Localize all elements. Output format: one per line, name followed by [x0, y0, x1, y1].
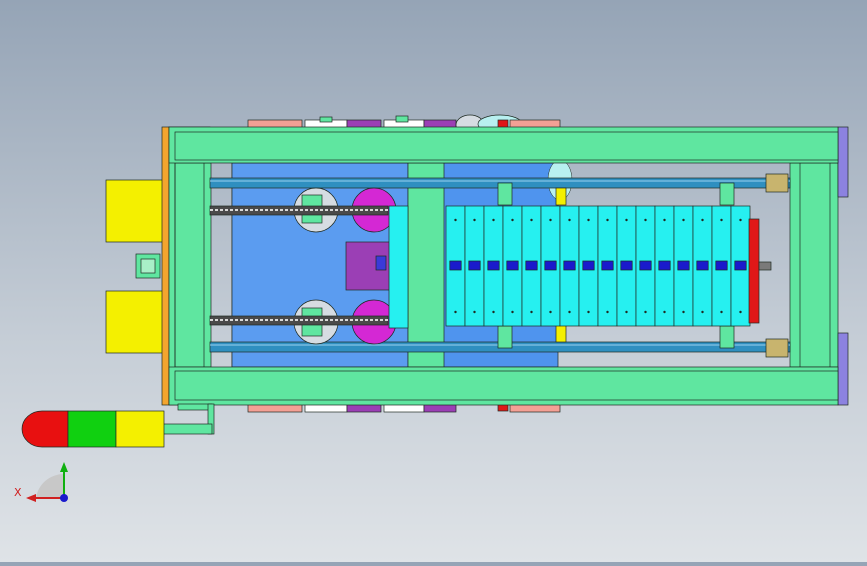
block-slot [620, 260, 633, 271]
block-slot [601, 260, 614, 271]
block-slot [506, 260, 519, 271]
block-hole [682, 310, 685, 314]
left-orange-strip [161, 126, 170, 406]
block-hole [511, 310, 514, 314]
block-hole [530, 218, 533, 222]
block-hole [492, 310, 495, 314]
block-hole [682, 218, 685, 222]
signal-tower-icon[interactable] [21, 403, 215, 448]
block-hole [549, 310, 552, 314]
block-slot [525, 260, 538, 271]
block-slot [449, 260, 462, 271]
block-hole [568, 218, 571, 222]
right-frame-column[interactable] [789, 126, 849, 406]
block-hole [720, 218, 723, 222]
block-slot [734, 260, 747, 271]
block-slot [563, 260, 576, 271]
block-slot [468, 260, 481, 271]
cyan-block-stack[interactable] [445, 205, 751, 327]
block-hole [606, 218, 609, 222]
block-hole [606, 310, 609, 314]
cad-viewport[interactable]: X [0, 0, 867, 562]
block-hole [644, 310, 647, 314]
end-plate-shaft [758, 261, 772, 271]
center-frame-column[interactable] [407, 162, 445, 368]
block-hole [739, 218, 742, 222]
yellow-marker-bottom [555, 324, 567, 343]
block-hole [473, 218, 476, 222]
block-hole [625, 218, 628, 222]
block-hole [530, 310, 533, 314]
block-slot [696, 260, 709, 271]
block-hole [663, 218, 666, 222]
block-hole [473, 310, 476, 314]
block-slot [544, 260, 557, 271]
block-hole [492, 218, 495, 222]
left-motor-blocks[interactable] [105, 179, 165, 354]
block-slot [715, 260, 728, 271]
block-hole [568, 310, 571, 314]
block-hole [701, 310, 704, 314]
block-hole [644, 218, 647, 222]
coordinate-triad-icon [26, 462, 68, 502]
end-plate[interactable] [748, 218, 760, 324]
block-hole [587, 218, 590, 222]
block-hole [720, 310, 723, 314]
block-hole [587, 310, 590, 314]
block-hole [511, 218, 514, 222]
block-slot [639, 260, 652, 271]
triad-x-label: X [14, 486, 22, 499]
block-slot [658, 260, 671, 271]
block-slot [582, 260, 595, 271]
yellow-marker-top [555, 187, 567, 206]
block-slot [487, 260, 500, 271]
block-hole [739, 310, 742, 314]
block-hole [625, 310, 628, 314]
left-frame-column[interactable] [168, 126, 212, 406]
block-hole [454, 218, 457, 222]
block-hole [701, 218, 704, 222]
block-hole [454, 310, 457, 314]
assembly-model[interactable] [0, 0, 867, 562]
pusher-plate[interactable] [388, 205, 409, 329]
block-slot [677, 260, 690, 271]
block-hole [663, 310, 666, 314]
block-hole [549, 218, 552, 222]
